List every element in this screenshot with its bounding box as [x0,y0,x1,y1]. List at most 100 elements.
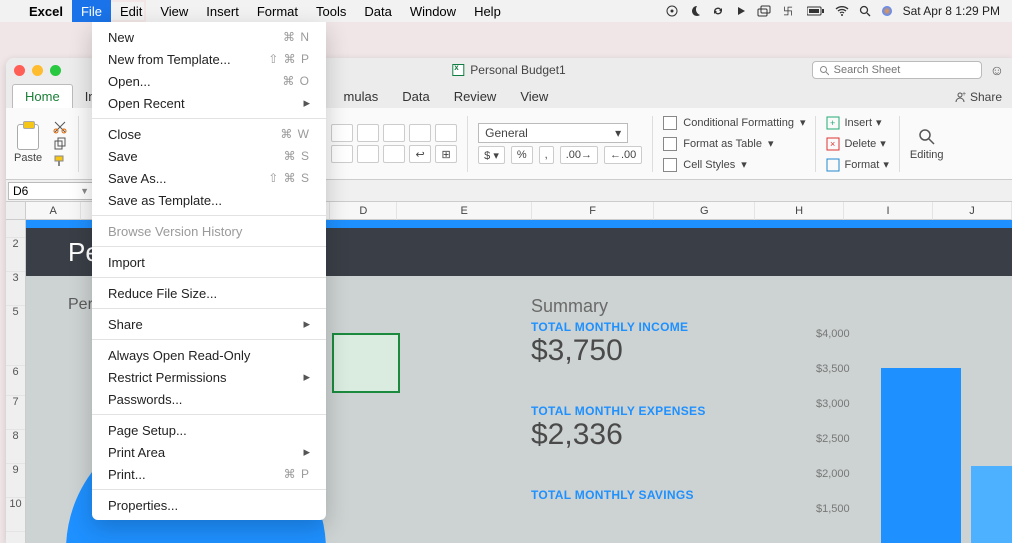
close-window-button[interactable] [14,65,25,76]
tab-data[interactable]: Data [390,85,441,108]
window-controls[interactable] [14,65,61,76]
file-page-setup[interactable]: Page Setup... [92,419,326,441]
row-header[interactable]: 3 [6,272,25,306]
row-header[interactable]: 6 [6,366,25,396]
excel-file-icon [452,64,464,76]
help-icon[interactable]: 卐 [783,5,797,17]
align-middle-button[interactable] [357,145,379,163]
indent-decrease-button[interactable] [409,124,431,142]
col-header[interactable]: D [330,202,397,220]
file-print[interactable]: Print...⌘ P [92,463,326,485]
moon-icon[interactable] [689,5,701,17]
tab-view[interactable]: View [508,85,560,108]
row-header[interactable]: 2 [6,238,25,272]
selected-cell[interactable] [332,333,400,393]
col-header[interactable]: A [26,202,81,220]
sync-icon[interactable] [711,4,725,18]
percent-button[interactable]: % [511,146,533,164]
menu-insert[interactable]: Insert [197,0,248,22]
align-bottom-button[interactable] [383,145,405,163]
menubar-clock[interactable]: Sat Apr 8 1:29 PM [903,4,1000,18]
file-new[interactable]: New⌘ N [92,26,326,48]
row-header[interactable]: 5 [6,306,25,366]
increase-decimal-button[interactable]: .00→ [560,146,598,164]
file-new-template[interactable]: New from Template...⇧ ⌘ P [92,48,326,70]
col-header[interactable]: F [532,202,655,220]
col-header[interactable]: I [844,202,933,220]
file-properties[interactable]: Properties... [92,494,326,516]
zoom-window-button[interactable] [50,65,61,76]
menu-data[interactable]: Data [355,0,400,22]
col-header[interactable]: H [755,202,844,220]
col-header[interactable]: G [654,202,755,220]
delete-cells-button[interactable]: ×Delete ▾ [826,135,888,153]
editing-group[interactable]: Editing [910,127,944,161]
row-header[interactable]: 7 [6,396,25,430]
siri-icon[interactable] [881,5,893,17]
col-header[interactable]: E [397,202,531,220]
copy-button[interactable] [52,137,68,151]
file-open[interactable]: Open...⌘ O [92,70,326,92]
align-left-button[interactable] [331,124,353,142]
row-header[interactable]: 10 [6,498,25,532]
search-icon[interactable] [859,5,871,17]
file-readonly[interactable]: Always Open Read-Only [92,344,326,366]
play-icon[interactable] [735,5,747,17]
search-sheet-input[interactable] [834,64,975,76]
file-save[interactable]: Save⌘ S [92,145,326,167]
insert-cells-button[interactable]: +Insert ▾ [826,114,888,132]
file-save-as[interactable]: Save As...⇧ ⌘ S [92,167,326,189]
menu-view[interactable]: View [151,0,197,22]
row-header[interactable]: 9 [6,464,25,498]
file-restrict-permissions[interactable]: Restrict Permissions▸ [92,366,326,388]
file-close[interactable]: Close⌘ W [92,123,326,145]
menu-format[interactable]: Format [248,0,307,22]
tab-formulas[interactable]: mulas [332,85,391,108]
align-center-button[interactable] [357,124,379,142]
format-as-table-button[interactable]: Format as Table ▾ [663,135,805,153]
indent-increase-button[interactable] [435,124,457,142]
file-reduce-size[interactable]: Reduce File Size... [92,282,326,304]
tab-home[interactable]: Home [12,84,73,108]
file-passwords[interactable]: Passwords... [92,388,326,410]
wrap-text-button[interactable]: ↩ [409,145,431,163]
decrease-decimal-button[interactable]: ←.00 [604,146,642,164]
align-right-button[interactable] [383,124,405,142]
minimize-window-button[interactable] [32,65,43,76]
paste-button[interactable]: Paste [14,124,42,164]
name-box[interactable]: D6▼ [8,182,94,200]
conditional-formatting-button[interactable]: Conditional Formatting ▾ [663,114,805,132]
file-print-area[interactable]: Print Area▸ [92,441,326,463]
file-open-recent[interactable]: Open Recent▸ [92,92,326,114]
battery-icon[interactable] [807,6,825,16]
currency-button[interactable]: $ ▾ [478,146,505,164]
menu-help[interactable]: Help [465,0,510,22]
menu-edit[interactable]: Edit [111,0,151,22]
number-format-dropdown[interactable]: General▾ [478,123,628,143]
app-name[interactable]: Excel [20,0,72,22]
chevron-down-icon: ▾ [615,126,621,140]
col-header[interactable]: J [933,202,1012,220]
search-sheet-box[interactable] [812,61,982,79]
select-all-corner[interactable] [6,202,25,220]
file-save-template[interactable]: Save as Template... [92,189,326,211]
file-import[interactable]: Import [92,251,326,273]
wifi-icon[interactable] [835,5,849,17]
tab-review[interactable]: Review [442,85,509,108]
format-cells-button[interactable]: Format ▾ [826,156,888,174]
feedback-smiley-icon[interactable]: ☺ [990,62,1004,78]
row-header[interactable]: 8 [6,430,25,464]
file-share[interactable]: Share▸ [92,313,326,335]
merge-button[interactable]: ⊞ [435,145,457,163]
comma-button[interactable]: , [539,146,554,164]
target-icon[interactable] [665,4,679,18]
cut-button[interactable] [52,120,68,134]
windows-icon[interactable] [757,5,773,17]
menu-tools[interactable]: Tools [307,0,355,22]
format-painter-button[interactable] [52,154,68,168]
share-button[interactable]: +Share [944,86,1012,108]
menu-file[interactable]: File [72,0,111,22]
menu-window[interactable]: Window [401,0,465,22]
align-top-button[interactable] [331,145,353,163]
cell-styles-button[interactable]: Cell Styles ▾ [663,156,805,174]
